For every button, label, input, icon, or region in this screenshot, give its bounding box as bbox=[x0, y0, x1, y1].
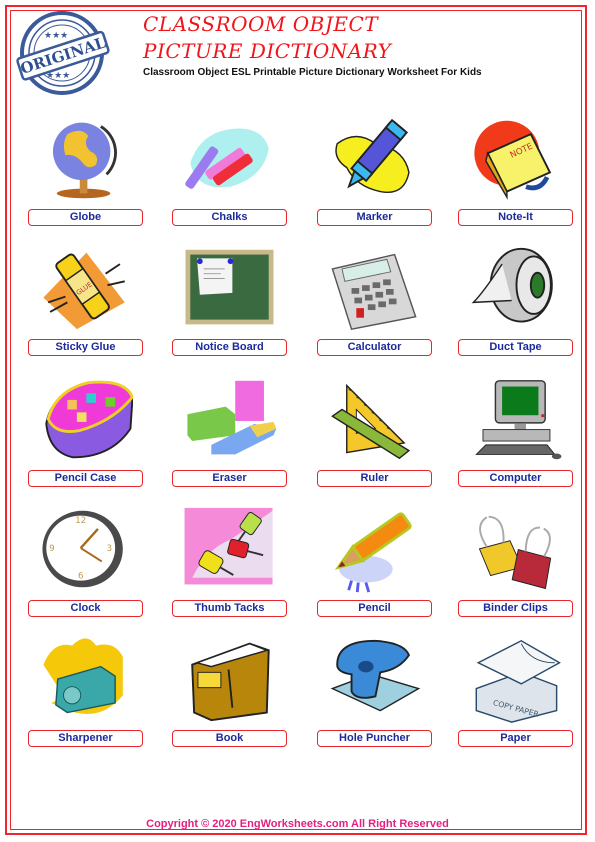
dictionary-item: NOTE Note-It bbox=[458, 115, 573, 233]
dictionary-item: COPY PAPER Paper bbox=[458, 636, 573, 754]
item-label: Chalks bbox=[172, 209, 287, 226]
note-it-icon: NOTE bbox=[468, 115, 563, 203]
item-label: Binder Clips bbox=[458, 600, 573, 617]
svg-text:3: 3 bbox=[107, 544, 112, 554]
item-label: Pencil Case bbox=[28, 470, 143, 487]
title-line-1: CLASSROOM OBJECT bbox=[143, 12, 379, 36]
binder-clips-icon bbox=[468, 506, 563, 594]
page-subtitle: Classroom Object ESL Printable Picture D… bbox=[143, 67, 482, 78]
item-label: Sharpener bbox=[28, 730, 143, 747]
dictionary-item: Marker bbox=[317, 115, 432, 233]
dictionary-item: Hole Puncher bbox=[317, 636, 432, 754]
dictionary-item: Thumb Tacks bbox=[172, 506, 287, 624]
dictionary-item: Pencil bbox=[317, 506, 432, 624]
original-stamp-icon: ★★★ ★★★ ORIGINAL bbox=[14, 8, 112, 100]
notice-board-icon bbox=[182, 245, 277, 333]
marker-icon bbox=[327, 115, 422, 203]
hole-puncher-icon bbox=[327, 636, 422, 724]
item-label: Paper bbox=[458, 730, 573, 747]
item-label: Book bbox=[172, 730, 287, 747]
dictionary-item: Calculator bbox=[317, 245, 432, 363]
title-line-2: PICTURE DICTIONARY bbox=[143, 39, 392, 63]
dictionary-item: Notice Board bbox=[172, 245, 287, 363]
computer-icon bbox=[468, 376, 563, 464]
dictionary-item: GLUE Sticky Glue bbox=[28, 245, 143, 363]
dictionary-item: Ruler bbox=[317, 376, 432, 494]
item-label: Ruler bbox=[317, 470, 432, 487]
ruler-icon bbox=[327, 376, 422, 464]
dictionary-item: Computer bbox=[458, 376, 573, 494]
globe-icon bbox=[38, 115, 133, 203]
dictionary-item: Pencil Case bbox=[28, 376, 143, 494]
item-label: Eraser bbox=[172, 470, 287, 487]
item-label: Note-It bbox=[458, 209, 573, 226]
calculator-icon bbox=[327, 245, 422, 333]
thumb-tacks-icon bbox=[182, 506, 277, 594]
item-label: Computer bbox=[458, 470, 573, 487]
eraser-icon bbox=[182, 376, 277, 464]
item-label: Marker bbox=[317, 209, 432, 226]
dictionary-item: Chalks bbox=[172, 115, 287, 233]
dictionary-item: 12 3 6 9 Clock bbox=[28, 506, 143, 624]
svg-text:★★★: ★★★ bbox=[44, 31, 68, 41]
item-label: Hole Puncher bbox=[317, 730, 432, 747]
pencil-case-icon bbox=[38, 376, 135, 464]
paper-icon: COPY PAPER bbox=[468, 636, 563, 724]
dictionary-item: Duct Tape bbox=[458, 245, 573, 363]
item-label: Pencil bbox=[317, 600, 432, 617]
dictionary-item: Eraser bbox=[172, 376, 287, 494]
item-label: Notice Board bbox=[172, 339, 287, 356]
svg-text:6: 6 bbox=[78, 572, 83, 582]
sharpener-icon bbox=[38, 636, 133, 724]
dictionary-item: Sharpener bbox=[28, 636, 143, 754]
item-label: Thumb Tacks bbox=[172, 600, 287, 617]
page-title: CLASSROOM OBJECT PICTURE DICTIONARY bbox=[143, 12, 391, 63]
book-icon bbox=[182, 636, 277, 724]
duct-tape-icon bbox=[468, 245, 563, 333]
dictionary-item: Binder Clips bbox=[458, 506, 573, 624]
item-label: Sticky Glue bbox=[28, 339, 143, 356]
clock-icon: 12 3 6 9 bbox=[38, 506, 133, 594]
dictionary-item: Book bbox=[172, 636, 287, 754]
pencil-icon bbox=[327, 506, 422, 594]
item-label: Duct Tape bbox=[458, 339, 573, 356]
item-label: Calculator bbox=[317, 339, 432, 356]
svg-text:9: 9 bbox=[49, 544, 54, 554]
dictionary-item: Globe bbox=[28, 115, 143, 233]
copyright-footer: Copyright © 2020 EngWorksheets.com All R… bbox=[146, 818, 449, 830]
chalks-icon bbox=[182, 115, 277, 203]
item-label: Clock bbox=[28, 600, 143, 617]
svg-text:12: 12 bbox=[75, 516, 86, 526]
glue-stick-icon: GLUE bbox=[38, 245, 133, 333]
item-label: Globe bbox=[28, 209, 143, 226]
